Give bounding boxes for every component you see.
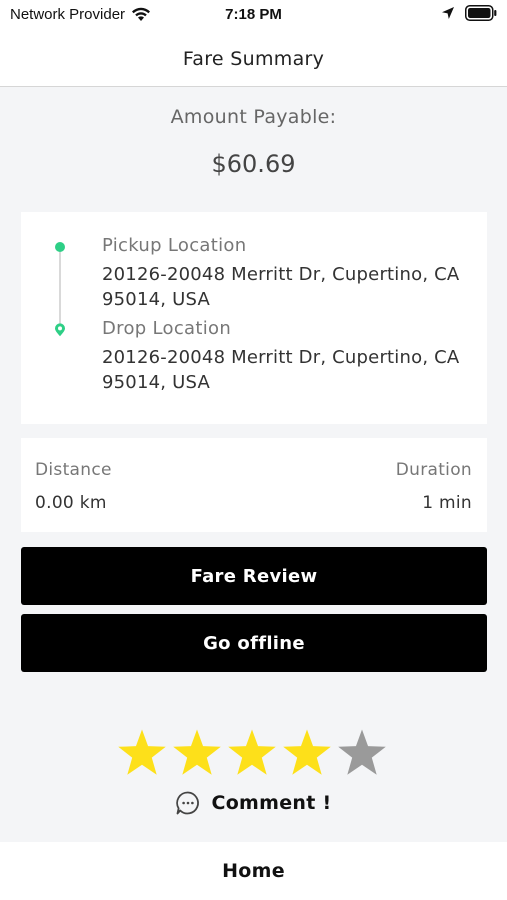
location-arrow-icon bbox=[442, 7, 454, 19]
fare-review-button[interactable]: Fare Review bbox=[21, 547, 487, 605]
status-bar: Network Provider 7:18 PM bbox=[0, 0, 507, 32]
drop-pin-icon bbox=[55, 323, 65, 337]
pickup-location-label: Pickup Location bbox=[102, 235, 247, 256]
route-line bbox=[59, 252, 61, 326]
page-title: Fare Summary bbox=[182, 48, 325, 70]
star-empty-icon[interactable] bbox=[337, 728, 387, 778]
rating-stars[interactable] bbox=[117, 728, 387, 778]
bottom-nav: Home bbox=[0, 842, 507, 900]
amount-payable-value: $60.69 bbox=[211, 150, 296, 178]
duration-label: Duration bbox=[395, 460, 472, 480]
distance-value: 0.00 km bbox=[35, 493, 107, 513]
star-filled-icon[interactable] bbox=[117, 728, 167, 778]
distance-label: Distance bbox=[35, 460, 112, 480]
drop-location-label: Drop Location bbox=[102, 318, 232, 339]
duration-value: 1 min bbox=[422, 493, 472, 513]
status-right bbox=[441, 5, 497, 21]
status-time: 7:18 PM bbox=[225, 6, 282, 23]
comment-label: Comment ! bbox=[211, 792, 332, 814]
nav-bar: Fare Summary bbox=[0, 32, 507, 87]
go-offline-button[interactable]: Go offline bbox=[21, 614, 487, 672]
route-card: Pickup Location 20126-20048 Merritt Dr, … bbox=[21, 212, 487, 424]
chat-bubble-icon bbox=[176, 791, 200, 815]
home-tab[interactable]: Home bbox=[222, 860, 285, 882]
star-filled-icon[interactable] bbox=[172, 728, 222, 778]
drop-location-address: 20126-20048 Merritt Dr, Cupertino, CA 95… bbox=[102, 347, 460, 393]
trip-stats-card: Distance 0.00 km Duration 1 min bbox=[21, 438, 487, 532]
star-filled-icon[interactable] bbox=[282, 728, 332, 778]
amount-payable-label: Amount Payable: bbox=[170, 106, 337, 128]
pickup-dot-icon bbox=[55, 242, 65, 252]
battery-icon bbox=[465, 5, 497, 21]
comment-button[interactable]: Comment ! bbox=[0, 790, 507, 816]
pickup-location-address: 20126-20048 Merritt Dr, Cupertino, CA 95… bbox=[102, 264, 460, 310]
star-filled-icon[interactable] bbox=[227, 728, 277, 778]
